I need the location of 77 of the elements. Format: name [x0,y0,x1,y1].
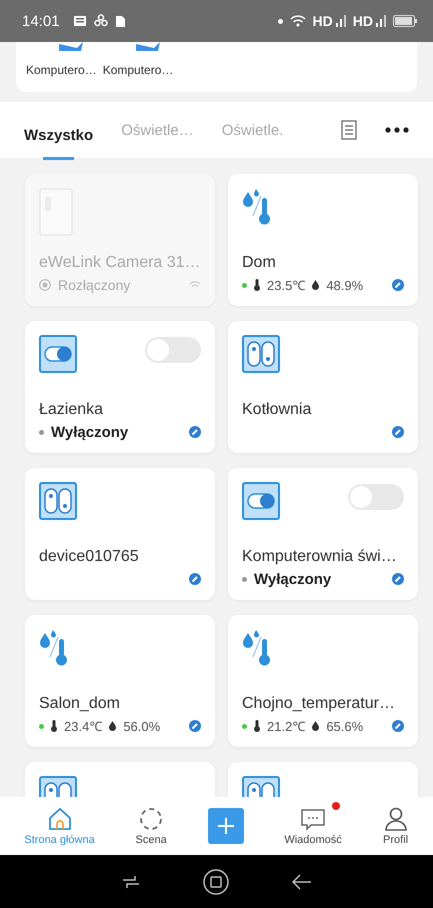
battery-icon [393,15,417,27]
edit-icon[interactable] [392,426,404,438]
nav-item[interactable]: Scena [136,806,167,846]
device-name: Chojno_temperatur… [242,695,396,713]
arrow-icon [57,42,86,52]
device-card[interactable]: Kotłownia [228,321,418,453]
device-name: eWeLink Camera 31… [39,254,201,272]
humidity-icon [312,280,320,290]
notification-icon [72,15,87,27]
network-label: HD [352,13,373,29]
device-name: Salon_dom [39,695,121,713]
home-icon[interactable] [202,868,228,894]
add-button[interactable] [208,808,244,844]
signal-icon [376,15,386,27]
humidity-value: 56.0% [123,718,160,734]
wifi-off-icon [189,280,201,290]
online-dot [242,724,247,728]
camera-icon [39,188,73,236]
network-label: HD [312,13,333,29]
status-dot [242,576,247,582]
thermometer-icon [254,279,260,291]
device-status: Wyłączony [51,424,128,440]
temperature-value: 23.4℃ [64,718,102,735]
fan-icon [94,14,108,28]
home-icon [46,806,73,832]
humidity-value: 65.6% [326,718,364,734]
edit-icon[interactable] [189,426,201,438]
switch-icon [39,335,77,373]
edit-icon[interactable] [189,720,201,732]
sim-icon [114,14,126,28]
device-card[interactable]: Dom 23.5℃ 48.9% [228,174,418,306]
double-switch-icon [242,335,280,373]
dot-icon [278,18,283,24]
device-card[interactable]: Łazienka Wyłączony [25,321,215,453]
device-name: Komputerownia świ… [242,548,398,566]
temperature-value: 21.2℃ [267,718,306,735]
edit-icon[interactable] [392,573,404,585]
scene-icon [138,806,164,832]
online-dot [39,724,44,728]
shortcut-label[interactable]: Komputero… [102,63,174,77]
device-card[interactable]: device010765 [25,468,215,600]
recents-icon[interactable] [122,874,140,888]
plus-icon [216,816,236,836]
thermometer-icon [254,720,260,732]
signal-icon [336,15,346,27]
humidity-icon [312,721,320,731]
device-card[interactable]: Salon_dom 23.4℃ 56.0% [25,615,215,747]
back-icon[interactable] [292,874,312,890]
humidity-value: 48.9% [326,278,364,292]
profile-icon [382,806,409,832]
device-name: device010765 [39,548,140,566]
humidity-icon [109,721,116,731]
thermometer-icon [51,720,57,732]
temperature-value: 23.5℃ [267,277,306,294]
device-card[interactable]: Komputerownia świ… Wyłączony [228,468,418,600]
edit-icon[interactable] [189,573,201,585]
device-status: Rozłączony [58,277,130,293]
list-icon[interactable] [341,120,357,140]
device-status: Wyłączony [254,570,332,588]
switch-icon [242,482,280,520]
online-dot [242,282,247,288]
disconnected-icon [39,279,51,291]
double-switch-icon [39,482,77,520]
wifi-icon [290,15,306,27]
device-card[interactable]: Chojno_temperatur… 21.2℃ 65.6% [228,615,418,747]
status-time: 14:01 [22,12,60,30]
edit-icon[interactable] [392,720,404,732]
edit-icon[interactable] [392,279,404,291]
more-icon[interactable] [385,127,409,133]
nav-item[interactable]: Wiadomość [284,806,342,846]
device-name: Dom [242,254,277,272]
device-name: Łazienka [39,401,104,419]
device-name: Kotłownia [242,401,312,419]
shortcut-label[interactable]: Komputero… [26,63,97,77]
status-dot [39,430,44,434]
arrow-icon [134,42,162,52]
nav-item[interactable]: Profil [382,806,409,846]
